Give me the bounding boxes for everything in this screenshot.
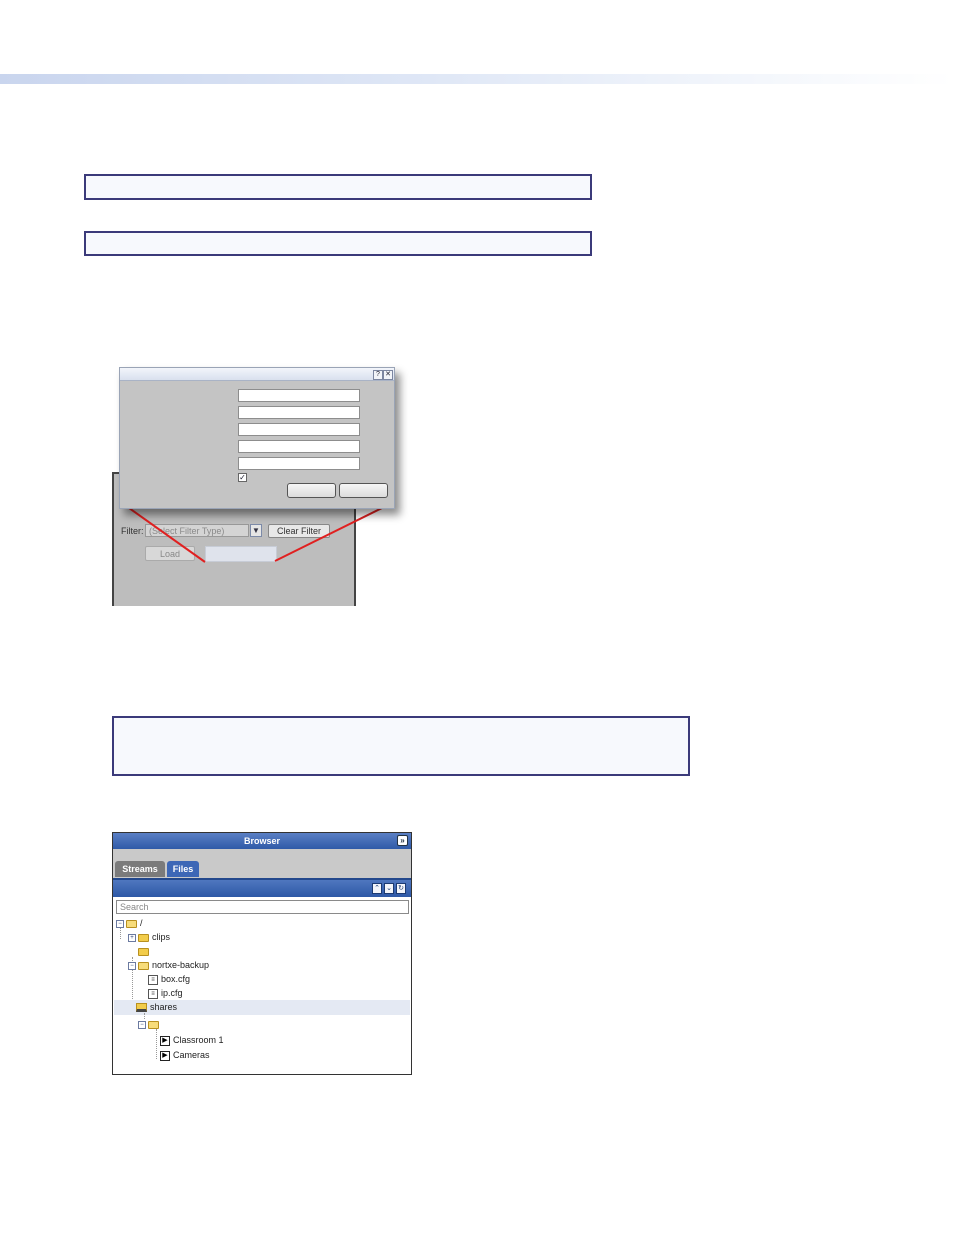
note-box-3 [112, 716, 690, 776]
folder-icon [138, 933, 149, 942]
refresh-icon[interactable]: ↻ [396, 883, 406, 894]
folder-open-icon [148, 1020, 159, 1029]
share-icon [136, 1003, 147, 1013]
dialog-field-5[interactable] [238, 457, 360, 470]
dialog-field-2[interactable] [238, 406, 360, 419]
tree-item-label: box.cfg [161, 974, 191, 984]
file-icon: ≡ [148, 974, 158, 985]
tree-item-root[interactable]: − / [116, 916, 143, 930]
tree-item-label: Classroom 1 [173, 1035, 224, 1045]
edit-dialog: ? ✕ ✓ [119, 367, 395, 509]
close-icon[interactable]: ✕ [383, 370, 393, 380]
note-box-2 [84, 231, 592, 256]
header-band [0, 74, 954, 84]
collapse-all-icon[interactable]: ⌄ [384, 883, 394, 894]
dialog-titlebar: ? ✕ [120, 368, 394, 381]
folder-open-icon [138, 961, 149, 970]
collapse-icon[interactable]: » [397, 835, 408, 846]
tree-item-folder[interactable] [138, 944, 152, 958]
stream-icon: ▶ [160, 1035, 170, 1046]
tree-item-classroom-1[interactable]: ▶ Classroom 1 [160, 1033, 224, 1047]
tree-item-label: / [140, 918, 143, 928]
tab-files[interactable]: Files [167, 861, 199, 877]
dialog-checkbox[interactable]: ✓ [238, 473, 247, 482]
tree-item-label: nortxe-backup [152, 960, 210, 970]
dialog-field-4[interactable] [238, 440, 360, 453]
browser-toolbar: ⌃ ⌄ ↻ [113, 878, 411, 897]
file-icon: ≡ [148, 988, 158, 999]
browser-tabs: Streams Files [113, 849, 411, 878]
collapse-node-icon[interactable]: − [128, 961, 136, 970]
collapse-node-icon[interactable]: − [138, 1020, 146, 1029]
expand-node-icon[interactable]: + [128, 933, 136, 942]
browser-title: Browser [243, 836, 280, 846]
tree-item-nortxe-backup[interactable]: − nortxe-backup [128, 958, 209, 972]
tree-item-label: clips [152, 932, 171, 942]
tree-item-clips[interactable]: + clips [128, 930, 170, 944]
load-field-highlight[interactable] [205, 546, 277, 562]
folder-icon [138, 947, 149, 956]
note-box-1 [84, 174, 592, 200]
tree-item-box-cfg[interactable]: ≡ box.cfg [148, 972, 190, 986]
cancel-button[interactable] [339, 483, 388, 498]
tree-item-label: Cameras [173, 1050, 210, 1060]
help-icon[interactable]: ? [373, 370, 383, 380]
clear-filter-button[interactable]: Clear Filter [268, 524, 330, 538]
tree-item-shares[interactable]: shares [136, 1000, 177, 1014]
filter-label: Filter: [121, 526, 144, 536]
stream-icon: ▶ [160, 1050, 170, 1061]
filter-type-select[interactable]: (Select Filter Type) [145, 524, 249, 537]
tree-guide [156, 1029, 157, 1059]
dialog-field-1[interactable] [238, 389, 360, 402]
chevron-down-icon[interactable]: ▼ [250, 524, 262, 537]
collapse-node-icon[interactable]: − [116, 919, 124, 928]
ok-button[interactable] [287, 483, 336, 498]
browser-header: Browser » [113, 833, 411, 849]
dialog-field-3[interactable] [238, 423, 360, 436]
tree-item-label: ip.cfg [161, 988, 183, 998]
folder-open-icon [126, 919, 137, 928]
browser-panel: Browser » Streams Files ⌃ ⌄ ↻ Search − / … [112, 832, 412, 1075]
tree-item-label: shares [150, 1002, 178, 1012]
tree-item-cameras[interactable]: ▶ Cameras [160, 1048, 210, 1062]
tree-item-ip-cfg[interactable]: ≡ ip.cfg [148, 986, 183, 1000]
search-input[interactable]: Search [116, 900, 409, 914]
tab-streams[interactable]: Streams [115, 861, 165, 877]
tree-item-share-folder[interactable]: − [138, 1017, 162, 1031]
expand-all-icon[interactable]: ⌃ [372, 883, 382, 894]
load-button[interactable]: Load [145, 546, 195, 561]
